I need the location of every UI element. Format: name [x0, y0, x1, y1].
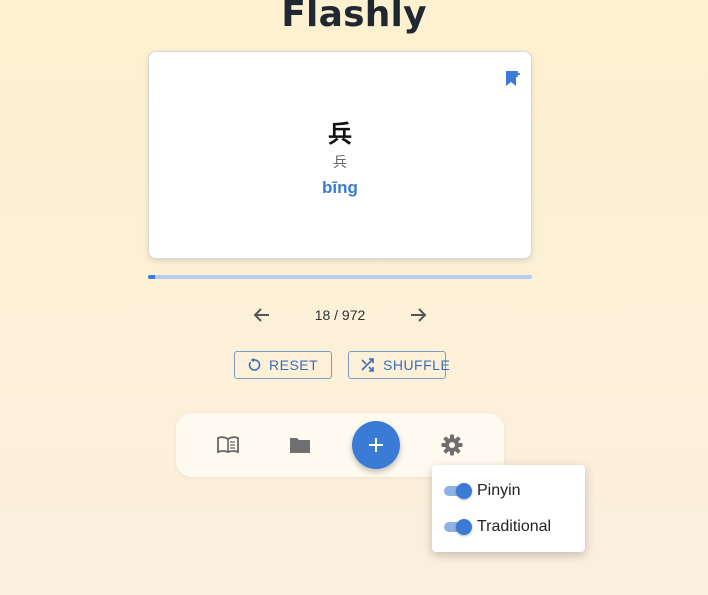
reset-button[interactable]: RESET — [234, 351, 332, 379]
add-icon — [369, 438, 383, 452]
arrow-left-icon[interactable] — [251, 304, 273, 326]
card-traditional: 兵 — [333, 155, 347, 171]
app-title: Flashly — [281, 0, 427, 35]
pinyin-toggle[interactable] — [443, 482, 473, 500]
pinyin-toggle-item[interactable]: Pinyin — [443, 480, 521, 502]
shuffle-button[interactable]: SHUFFLE — [348, 351, 450, 379]
traditional-toggle[interactable] — [443, 518, 473, 536]
bookmark-add-icon[interactable] — [505, 70, 521, 88]
settings-menu: Pinyin Traditional — [432, 465, 585, 552]
progress-fill — [148, 275, 156, 279]
arrow-right-icon[interactable] — [407, 304, 429, 326]
card-character: 兵 — [328, 120, 352, 148]
card-navigation: 18 / 972 — [0, 302, 708, 328]
folder-icon[interactable] — [288, 433, 312, 457]
traditional-toggle-label: Traditional — [477, 518, 552, 535]
gear-icon[interactable] — [440, 433, 464, 457]
flashcard[interactable]: 兵 兵 bīng — [148, 51, 532, 259]
add-button[interactable] — [352, 421, 400, 469]
book-icon[interactable] — [216, 433, 240, 457]
pinyin-toggle-label: Pinyin — [477, 482, 521, 499]
shuffle-icon — [361, 358, 374, 372]
card-counter: 18 / 972 — [314, 307, 366, 323]
progress-bar — [148, 275, 532, 279]
reset-label: RESET — [269, 357, 319, 373]
reset-icon — [248, 358, 261, 371]
shuffle-label: SHUFFLE — [383, 357, 451, 373]
traditional-toggle-item[interactable]: Traditional — [443, 516, 551, 538]
card-pinyin: bīng — [322, 178, 358, 197]
